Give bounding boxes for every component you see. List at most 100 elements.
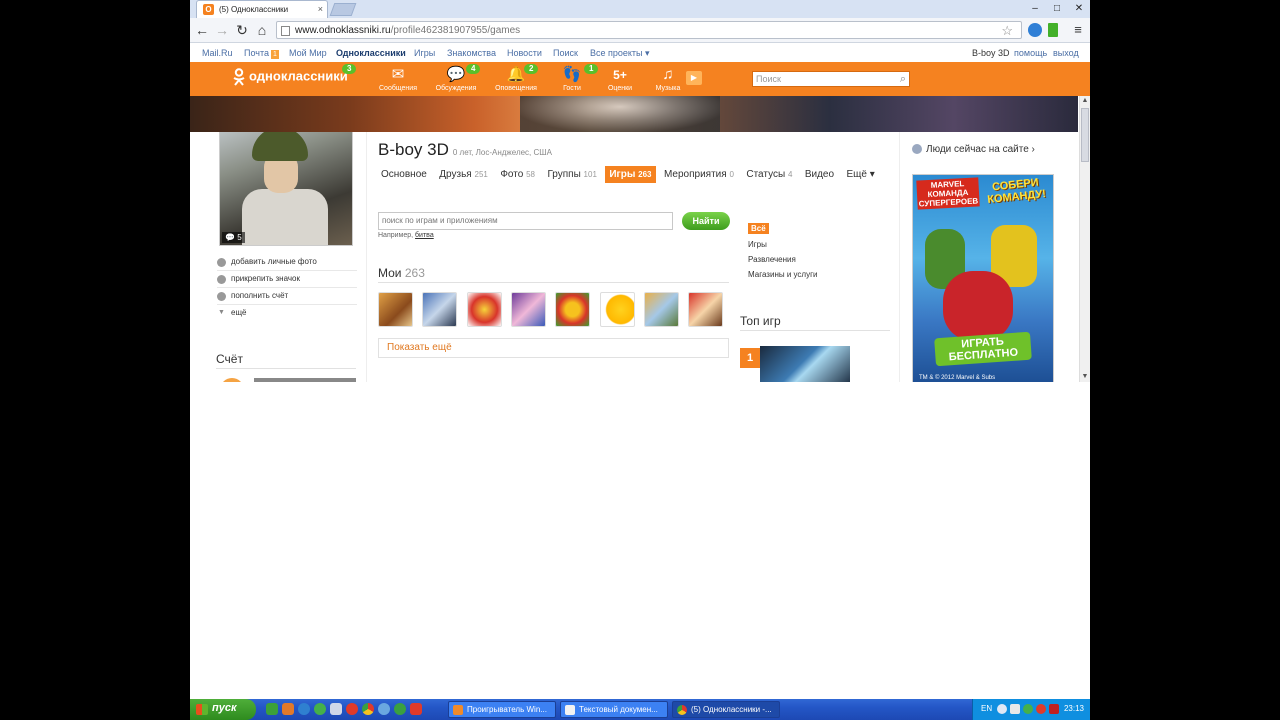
portal-link-dating[interactable]: Знакомства <box>447 44 496 62</box>
task-text-document[interactable]: Текстовый докумен... <box>560 701 668 718</box>
start-button[interactable]: пуск <box>190 699 256 720</box>
close-window-icon[interactable]: ✕ <box>1068 0 1090 18</box>
site-logo[interactable]: одноклассники <box>232 68 348 86</box>
back-icon[interactable]: ← <box>194 22 210 38</box>
tab-main-label: Основное <box>381 169 427 180</box>
portal-logout-link[interactable]: выход <box>1053 44 1079 62</box>
show-more-button[interactable]: Показать ещё <box>378 338 729 358</box>
game-icon-yellow[interactable] <box>600 292 635 327</box>
tab-groups[interactable]: Группы 101 <box>543 166 600 183</box>
tray-icon-4[interactable] <box>1036 704 1046 714</box>
game-icon-girl[interactable] <box>688 292 723 327</box>
add-photo-link[interactable]: добавить личные фото <box>217 254 357 271</box>
home-icon[interactable]: ⌂ <box>254 22 270 38</box>
ad-play-button[interactable]: ИГРАТЬ БЕСПЛАТНО <box>934 331 1032 367</box>
game-icon-car[interactable] <box>422 292 457 327</box>
chrome-icon[interactable] <box>362 703 374 715</box>
tray-icon-1[interactable] <box>997 704 1007 714</box>
scroll-up-icon[interactable]: ▲ <box>1080 96 1090 106</box>
ok-logo-icon <box>233 68 245 86</box>
quicklaunch-icon-8[interactable] <box>378 703 390 715</box>
quicklaunch-icon-9[interactable] <box>394 703 406 715</box>
tab-friends[interactable]: Друзья 251 <box>435 166 492 183</box>
portal-link-mailru[interactable]: Mail.Ru <box>202 44 233 62</box>
tab-photos[interactable]: Фото 58 <box>496 166 539 183</box>
scroll-down-icon[interactable]: ▼ <box>1080 372 1090 382</box>
signal-extension-icon[interactable] <box>1048 23 1058 37</box>
quicklaunch-icon-4[interactable] <box>314 703 326 715</box>
yandex-icon[interactable] <box>410 703 422 715</box>
profile-photo[interactable]: 💬 5 <box>219 132 353 246</box>
portal-link-games[interactable]: Игры <box>414 44 435 62</box>
tab-events[interactable]: Мероприятия 0 <box>660 166 738 183</box>
games-search-input[interactable]: поиск по играм и приложениям <box>378 212 673 230</box>
firefox-icon[interactable] <box>282 703 294 715</box>
bookmark-star-icon[interactable]: ☆ <box>1001 23 1013 39</box>
category-shops[interactable]: Магазины и услуги <box>748 270 818 279</box>
camera-icon <box>217 258 226 267</box>
wordpress-icon[interactable] <box>298 703 310 715</box>
game-icon-rally[interactable] <box>378 292 413 327</box>
category-entertainment[interactable]: Развлечения <box>748 255 818 264</box>
address-bar[interactable]: www.odnoklassniki.ru/profile462381907955… <box>276 21 1022 39</box>
tray-icon-2[interactable] <box>1010 704 1020 714</box>
screen: O (5) Одноклассники × – □ ✕ ← → ↻ ⌂ www.… <box>190 0 1090 720</box>
page-scrollbar[interactable]: ▲ ▼ <box>1079 96 1090 382</box>
main-content: 💬 5 добавить личные фото прикрепить знач… <box>204 132 1064 382</box>
top-game-thumbnail[interactable] <box>760 346 850 382</box>
tab-main[interactable]: Основное <box>377 166 431 183</box>
task-chrome[interactable]: (5) Одноклассники -... <box>672 701 780 718</box>
search-icon[interactable]: ⌕ <box>900 73 906 86</box>
globe-extension-icon[interactable] <box>1028 23 1042 37</box>
task-media-player[interactable]: Проигрыватель Win... <box>448 701 556 718</box>
tab-video[interactable]: Видео <box>801 166 838 183</box>
game-icon-fantasy[interactable] <box>511 292 546 327</box>
find-button[interactable]: Найти <box>682 212 730 230</box>
top-up-account-link[interactable]: пополнить счёт <box>217 288 357 305</box>
nav-messages[interactable]: ✉ Сообщения <box>372 66 424 93</box>
nav-ratings[interactable]: 5+ Оценки <box>594 66 646 93</box>
tray-icon-5[interactable] <box>1049 704 1059 714</box>
opera-icon[interactable] <box>346 703 358 715</box>
portal-link-news[interactable]: Новости <box>507 44 542 62</box>
tab-statuses-count: 4 <box>787 170 793 179</box>
play-icon[interactable]: ▶ <box>686 71 702 85</box>
quicklaunch-icon-1[interactable] <box>266 703 278 715</box>
game-icon-word[interactable] <box>555 292 590 327</box>
portal-link-search[interactable]: Поиск <box>553 44 578 62</box>
tab-more[interactable]: Ещё ▾ <box>843 166 879 183</box>
people-online-link[interactable]: Люди сейчас на сайте › <box>912 144 1035 155</box>
scrollbar-thumb[interactable] <box>1081 108 1089 162</box>
minimize-icon[interactable]: – <box>1024 0 1046 18</box>
browser-tab[interactable]: O (5) Одноклассники × <box>196 0 328 18</box>
portal-link-moimir[interactable]: Мой Мир <box>289 44 327 62</box>
notifications-badge: 2 <box>524 64 539 74</box>
new-tab-button[interactable] <box>329 3 357 16</box>
category-games[interactable]: Игры <box>748 240 818 249</box>
tray-icon-3[interactable] <box>1023 704 1033 714</box>
language-indicator[interactable]: EN <box>981 704 992 713</box>
search-example-link[interactable]: битва <box>415 232 434 239</box>
game-icon-speed[interactable] <box>467 292 502 327</box>
portal-link-mail[interactable]: Почта 1 <box>244 44 279 62</box>
category-all[interactable]: Всё <box>748 223 769 234</box>
top-game-rank: 1 <box>740 348 760 368</box>
tab-games[interactable]: Игры 263 <box>605 166 656 183</box>
menu-icon[interactable]: ≡ <box>1070 22 1086 38</box>
tab-statuses[interactable]: Статусы 4 <box>742 166 796 183</box>
tab-close-icon[interactable]: × <box>318 4 323 14</box>
maximize-icon[interactable]: □ <box>1046 0 1068 18</box>
forward-icon[interactable]: → <box>214 22 230 38</box>
reload-icon[interactable]: ↻ <box>234 22 250 38</box>
attach-badge-link[interactable]: прикрепить значок <box>217 271 357 288</box>
quicklaunch-icon-5[interactable] <box>330 703 342 715</box>
site-search-input[interactable]: Поиск ⌕ <box>752 71 910 87</box>
portal-link-all-projects[interactable]: Все проекты ▾ <box>590 44 650 62</box>
portal-user-link[interactable]: B-boy 3D <box>972 44 1010 62</box>
portal-help-link[interactable]: помощь <box>1014 44 1047 62</box>
advertisement-banner[interactable]: MARVEL КОМАНДА СУПЕРГЕРОЕВ СОБЕРИ КОМАНД… <box>912 174 1054 382</box>
portal-link-odnoklassniki[interactable]: Одноклассники <box>336 44 406 62</box>
game-icon-adventure[interactable] <box>644 292 679 327</box>
more-side-link[interactable]: ▼ ещё <box>217 305 357 322</box>
logo-badge: 3 <box>342 64 357 74</box>
